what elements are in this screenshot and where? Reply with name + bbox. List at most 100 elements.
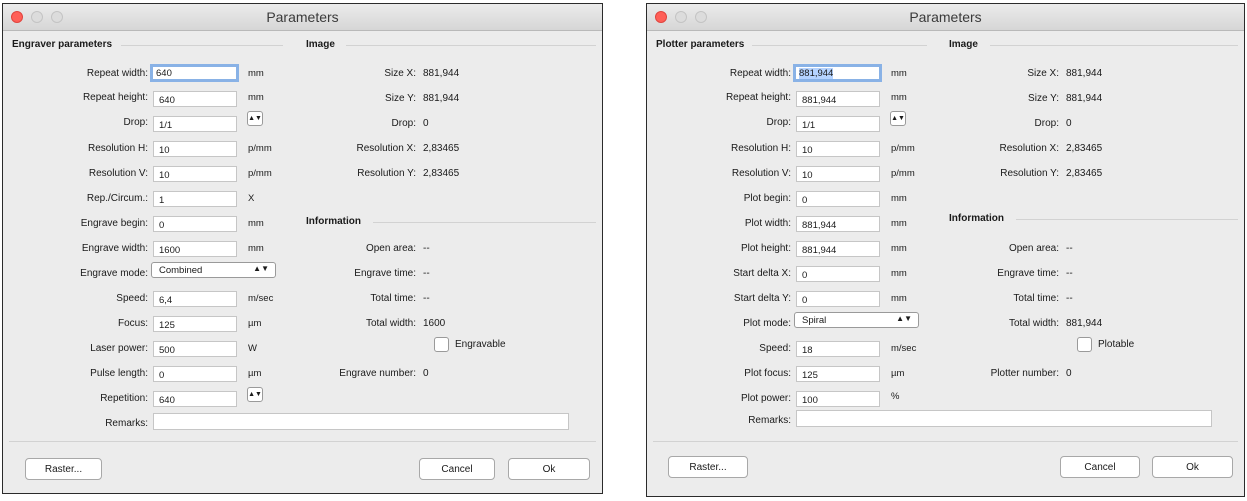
image-resolution-x-value: 2,83465: [1066, 143, 1103, 154]
speed-unit: m/sec: [891, 343, 917, 354]
up-down-icon[interactable]: ▲▼: [247, 387, 263, 402]
plot-begin-label: Plot begin:: [743, 193, 791, 204]
resolution-v-label: Resolution V:: [731, 168, 791, 179]
repeat-height-input[interactable]: 881,944: [796, 91, 880, 107]
plot-height-label: Plot height:: [740, 243, 791, 254]
start-delta-x-input[interactable]: 0: [796, 266, 880, 282]
engraver-parameters-window: Parameters Engraver parameters Image Rep…: [2, 3, 603, 494]
image-resolution-y-value: 2,83465: [423, 168, 460, 179]
laser-power-label: Laser power:: [90, 343, 148, 354]
remarks-label: Remarks:: [748, 415, 791, 426]
plot-width-label: Plot width:: [744, 218, 791, 229]
image-heading: Image: [949, 39, 978, 50]
footer-divider: [9, 441, 596, 442]
plotter-number-label: Plotter number:: [990, 368, 1059, 379]
engrave-begin-unit: mm: [248, 218, 264, 229]
raster-button[interactable]: Raster...: [25, 458, 102, 480]
section-divider: [990, 45, 1238, 46]
repeat-width-label: Repeat width:: [86, 68, 148, 79]
repetition-input[interactable]: 640: [153, 391, 237, 407]
plot-width-input[interactable]: 881,944: [796, 216, 880, 232]
image-resolution-x-label: Resolution X:: [999, 143, 1059, 154]
image-size-y-value: 881,944: [423, 93, 460, 104]
plot-power-input[interactable]: 100: [796, 391, 880, 407]
window-title: Parameters: [266, 9, 339, 25]
engravable-label: Engravable: [455, 339, 506, 350]
engraver-parameters-heading: Engraver parameters: [12, 39, 113, 50]
laser-power-input[interactable]: 500: [153, 341, 237, 357]
ok-button[interactable]: Ok: [1152, 456, 1233, 478]
repeat-height-label: Repeat height:: [82, 92, 148, 103]
total-width-label: Total width:: [365, 318, 416, 329]
engrave-time-label: Engrave time:: [997, 268, 1059, 279]
total-width-value: 1600: [423, 318, 446, 329]
start-delta-x-label: Start delta X:: [733, 268, 791, 279]
engravable-checkbox[interactable]: [434, 337, 449, 352]
image-drop-value: 0: [423, 118, 429, 129]
speed-input[interactable]: 18: [796, 341, 880, 357]
drop-input[interactable]: 1/1: [153, 116, 237, 132]
engrave-begin-label: Engrave begin:: [80, 218, 148, 229]
engrave-width-label: Engrave width:: [81, 243, 148, 254]
image-size-y-value: 881,944: [1066, 93, 1103, 104]
image-size-x-value: 881,944: [423, 68, 460, 79]
resolution-v-input[interactable]: 10: [153, 166, 237, 182]
resolution-h-label: Resolution H:: [87, 143, 148, 154]
information-heading: Information: [949, 213, 1004, 224]
cancel-button[interactable]: Cancel: [1060, 456, 1140, 478]
section-divider: [346, 45, 596, 46]
engrave-time-value: --: [423, 268, 430, 279]
repeat-height-label: Repeat height:: [725, 92, 791, 103]
pulse-length-input[interactable]: 0: [153, 366, 237, 382]
rep-circum-label: Rep./Circum.:: [86, 193, 148, 204]
remarks-input[interactable]: [153, 413, 569, 430]
image-size-x-label: Size X:: [384, 68, 416, 79]
plot-power-label: Plot power:: [740, 393, 791, 404]
title-bar[interactable]: Parameters: [647, 4, 1244, 31]
start-delta-y-input[interactable]: 0: [796, 291, 880, 307]
ok-button[interactable]: Ok: [508, 458, 590, 480]
plotable-checkbox[interactable]: [1077, 337, 1092, 352]
focus-label: Focus:: [117, 318, 148, 329]
cancel-button[interactable]: Cancel: [419, 458, 495, 480]
drop-input[interactable]: 1/1: [796, 116, 880, 132]
open-area-value: --: [423, 243, 430, 254]
engrave-number-value: 0: [423, 368, 429, 379]
speed-input[interactable]: 6,4: [153, 291, 237, 307]
plot-begin-input[interactable]: 0: [796, 191, 880, 207]
plot-focus-input[interactable]: 125: [796, 366, 880, 382]
engrave-width-input[interactable]: 1600: [153, 241, 237, 257]
plot-height-input[interactable]: 881,944: [796, 241, 880, 257]
resolution-h-input[interactable]: 10: [153, 141, 237, 157]
open-area-label: Open area:: [365, 243, 416, 254]
rep-circum-input[interactable]: 1: [153, 191, 237, 207]
focus-input[interactable]: 125: [153, 316, 237, 332]
speed-label: Speed:: [759, 343, 791, 354]
plot-mode-label: Plot mode:: [743, 318, 791, 329]
repeat-width-input[interactable]: 640: [150, 64, 239, 82]
repeat-height-input[interactable]: 640: [153, 91, 237, 107]
engrave-number-label: Engrave number:: [339, 368, 416, 379]
image-resolution-y-label: Resolution Y:: [357, 168, 416, 179]
image-resolution-y-value: 2,83465: [1066, 168, 1103, 179]
plotter-parameters-window: Parameters Plotter parameters Image Repe…: [646, 3, 1245, 497]
plot-power-unit: %: [891, 391, 900, 402]
remarks-input[interactable]: [796, 410, 1212, 427]
raster-button[interactable]: Raster...: [668, 456, 748, 478]
image-resolution-x-label: Resolution X:: [356, 143, 416, 154]
section-divider: [752, 45, 927, 46]
image-drop-label: Drop:: [391, 118, 416, 129]
repeat-width-input[interactable]: 881,944: [793, 64, 882, 82]
resolution-v-label: Resolution V:: [88, 168, 148, 179]
information-heading: Information: [306, 216, 361, 227]
engrave-begin-input[interactable]: 0: [153, 216, 237, 232]
laser-power-unit: W: [248, 343, 257, 354]
image-heading: Image: [306, 39, 335, 50]
resolution-h-input[interactable]: 10: [796, 141, 880, 157]
resolution-v-input[interactable]: 10: [796, 166, 880, 182]
pulse-length-label: Pulse length:: [90, 368, 148, 379]
section-divider: [373, 222, 596, 223]
title-bar[interactable]: Parameters: [3, 4, 602, 31]
image-size-x-label: Size X:: [1027, 68, 1059, 79]
total-time-value: --: [1066, 293, 1073, 304]
